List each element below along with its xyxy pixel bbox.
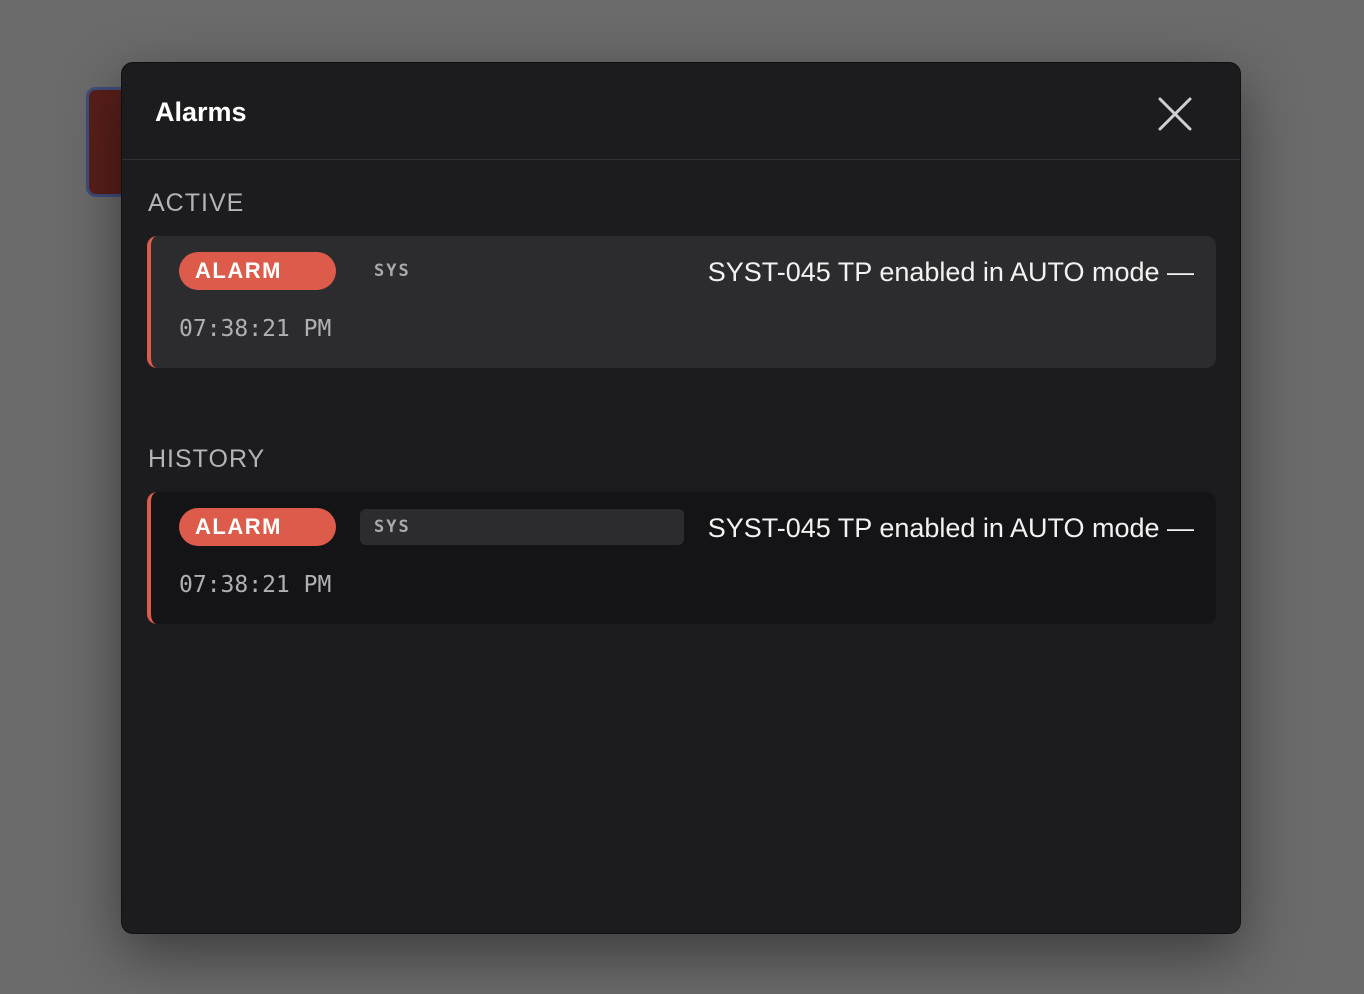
modal-header: Alarms — [122, 63, 1240, 160]
severity-badge: ALARM — [179, 508, 336, 546]
history-alarm-row[interactable]: ALARM SYS SYST-045 TP enabled in AUTO mo… — [147, 492, 1216, 624]
severity-badge: ALARM — [179, 252, 336, 290]
active-alarm-row[interactable]: ALARM SYS SYST-045 TP enabled in AUTO mo… — [147, 236, 1216, 368]
history-section-heading: HISTORY — [148, 445, 266, 473]
source-tag: SYS — [374, 261, 411, 281]
alarms-modal: Alarms ACTIVE ALARM SYS SYST-045 TP enab… — [121, 62, 1241, 934]
alarm-timestamp: 07:38:21 PM — [179, 572, 332, 598]
modal-title: Alarms — [155, 97, 247, 127]
close-button[interactable] — [1152, 91, 1198, 137]
alarm-message: SYST-045 TP enabled in AUTO mode — — [707, 257, 1194, 287]
alarm-message: SYST-045 TP enabled in AUTO mode — — [707, 513, 1194, 543]
active-section-heading: ACTIVE — [148, 189, 245, 217]
source-tag: SYS — [360, 509, 684, 545]
alarm-timestamp: 07:38:21 PM — [179, 316, 332, 342]
close-icon — [1158, 97, 1192, 131]
